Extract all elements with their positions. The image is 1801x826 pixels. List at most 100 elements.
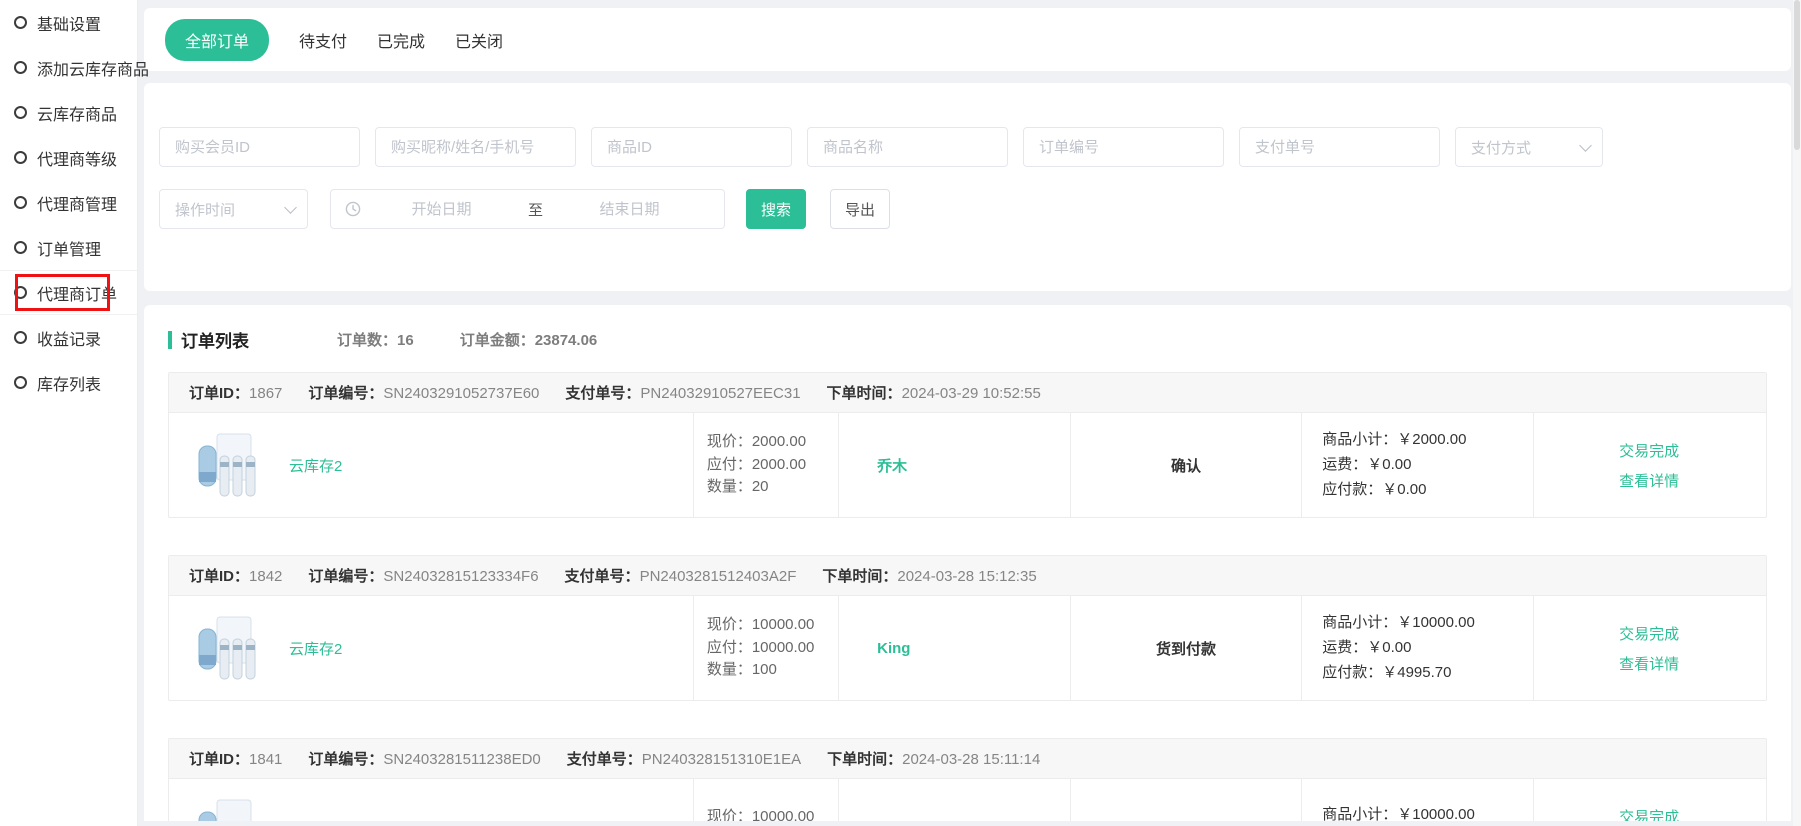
start-date-input[interactable]	[361, 201, 522, 218]
sidebar-item-label: 代理商订单	[37, 281, 117, 305]
pay-sn-label: 支付单号：	[565, 385, 640, 402]
sidebar-item-basic-settings[interactable]: 基础设置	[0, 0, 137, 45]
sidebar-item-agent-level[interactable]: 代理商等级	[0, 135, 137, 180]
product-name-link[interactable]: 云库存2	[289, 821, 342, 822]
order-head: 订单ID：1867 订单编号：SN2403291052737E60 支付单号：P…	[169, 373, 1766, 413]
actions-cell: 交易完成 查看详情	[1533, 413, 1765, 517]
order-time-value: 2024-03-28 15:11:14	[902, 751, 1040, 768]
buyer-nickname-input[interactable]	[375, 127, 576, 167]
order-list-header: 订单列表 订单数：16 订单金额：23874.06	[168, 327, 1767, 352]
product-image	[195, 798, 273, 821]
title-accent-bar	[168, 331, 172, 349]
order-type-cell: 货到付款	[1070, 596, 1302, 700]
order-sn-value: SN2403291052737E60	[383, 385, 539, 402]
sidebar: 基础设置 添加云库存商品 云库存商品 代理商等级 代理商管理 订单管理 代理商订…	[0, 0, 138, 826]
order-type: 后台	[1171, 821, 1201, 822]
radio-circle-icon	[14, 61, 27, 74]
order-time-label: 下单时间：	[822, 568, 897, 585]
sidebar-item-label: 云库存商品	[37, 101, 117, 125]
agent-orders-page: 基础设置 添加云库存商品 云库存商品 代理商等级 代理商管理 订单管理 代理商订…	[0, 0, 1801, 826]
buyer-member-id-input[interactable]	[159, 127, 360, 167]
tab-pending-payment[interactable]: 待支付	[299, 28, 347, 52]
tab-closed[interactable]: 已关闭	[455, 28, 503, 52]
order-time-value: 2024-03-29 10:52:55	[902, 385, 1041, 402]
filter-row-2: 操作时间 至 搜索 导出	[159, 189, 1791, 229]
filter-row-1: 支付方式	[159, 127, 1791, 167]
payable-price: 应付：10000.00	[707, 639, 838, 658]
product-cell: 云库存2	[169, 413, 693, 517]
pay-sn-label: 支付单号：	[565, 568, 640, 585]
subtotal: 商品小计：￥2000.00	[1322, 431, 1533, 449]
order-body: 云库存2 现价：10000.00 应付：10000.00 King 后台 商品	[169, 779, 1766, 821]
sidebar-item-agent-orders[interactable]: 代理商订单	[0, 270, 137, 315]
export-button[interactable]: 导出	[830, 189, 890, 229]
order-head: 订单ID：1841 订单编号：SN2403281511238ED0 支付单号：P…	[169, 739, 1766, 779]
sidebar-item-order-management[interactable]: 订单管理	[0, 225, 137, 270]
sidebar-item-agent-management[interactable]: 代理商管理	[0, 180, 137, 225]
tab-completed[interactable]: 已完成	[377, 28, 425, 52]
order-id-label: 订单ID：	[189, 385, 249, 402]
sidebar-item-stock-list[interactable]: 库存列表	[0, 360, 137, 405]
chevron-down-icon	[1579, 139, 1592, 152]
radio-circle-icon	[14, 196, 27, 209]
price-cell: 现价：10000.00 应付：10000.00	[693, 779, 838, 821]
trade-status: 交易完成	[1619, 440, 1679, 461]
sidebar-item-label: 收益记录	[37, 326, 101, 350]
order-type: 货到付款	[1156, 638, 1216, 659]
date-range-separator: 至	[522, 199, 549, 220]
product-image	[195, 615, 273, 681]
end-date-input[interactable]	[549, 201, 710, 218]
order-row: 订单ID：1841 订单编号：SN2403281511238ED0 支付单号：P…	[168, 738, 1767, 821]
product-cell: 云库存2	[169, 779, 693, 821]
order-time-value: 2024-03-28 15:12:35	[897, 568, 1036, 585]
payable-price: 应付：2000.00	[707, 456, 838, 475]
trade-status: 交易完成	[1619, 806, 1679, 822]
sidebar-item-label: 添加云库存商品	[37, 56, 149, 80]
view-details-link[interactable]: 查看详情	[1619, 653, 1679, 674]
chevron-down-icon	[284, 201, 297, 214]
order-head: 订单ID：1842 订单编号：SN24032815123334F6 支付单号：P…	[169, 556, 1766, 596]
quantity: 数量：20	[707, 478, 838, 497]
pay-sn-label: 支付单号：	[567, 751, 642, 768]
order-type-cell: 确认	[1070, 413, 1302, 517]
order-sn-label: 订单编号：	[308, 568, 383, 585]
sidebar-item-add-cloud-stock-product[interactable]: 添加云库存商品	[0, 45, 137, 90]
sidebar-item-label: 代理商管理	[37, 191, 117, 215]
tab-all-orders[interactable]: 全部订单	[165, 19, 269, 61]
pay-sn-value: PN240328151310E1EA	[642, 751, 801, 768]
page-scrollbar[interactable]	[1793, 0, 1801, 826]
product-name-link[interactable]: 云库存2	[289, 638, 342, 659]
scrollbar-thumb[interactable]	[1794, 0, 1800, 150]
operate-time-select[interactable]: 操作时间	[159, 189, 308, 229]
order-row: 订单ID：1867 订单编号：SN2403291052737E60 支付单号：P…	[168, 372, 1767, 518]
payment-method-select[interactable]: 支付方式	[1455, 127, 1603, 167]
product-image	[195, 432, 273, 498]
sidebar-item-cloud-stock-product[interactable]: 云库存商品	[0, 90, 137, 135]
radio-circle-icon	[14, 376, 27, 389]
view-details-link[interactable]: 查看详情	[1619, 470, 1679, 491]
search-button[interactable]: 搜索	[746, 189, 806, 229]
sidebar-item-earnings-record[interactable]: 收益记录	[0, 315, 137, 360]
order-body: 云库存2 现价：10000.00 应付：10000.00 数量：100 King…	[169, 596, 1766, 700]
order-type: 确认	[1171, 455, 1201, 476]
list-stats: 订单数：16 订单金额：23874.06	[337, 329, 597, 350]
sidebar-item-label: 库存列表	[37, 371, 101, 395]
clock-icon	[345, 201, 361, 217]
order-time-label: 下单时间：	[827, 385, 902, 402]
product-name-input[interactable]	[807, 127, 1008, 167]
radio-circle-icon	[14, 286, 27, 299]
amount-payable: 应付款：￥0.00	[1322, 481, 1533, 499]
order-sn-input[interactable]	[1023, 127, 1224, 167]
product-name-link[interactable]: 云库存2	[289, 455, 342, 476]
order-sn-value: SN2403281511238ED0	[383, 751, 540, 768]
order-id-label: 订单ID：	[189, 568, 249, 585]
buyer-cell: King	[838, 596, 1070, 700]
totals-cell: 商品小计：￥10000.00 运费：￥0.00 应付款：￥4995.70	[1301, 596, 1533, 700]
product-cell: 云库存2	[169, 596, 693, 700]
payment-sn-input[interactable]	[1239, 127, 1440, 167]
date-range-picker[interactable]: 至	[330, 189, 725, 229]
order-type-cell: 后台	[1070, 779, 1302, 821]
product-id-input[interactable]	[591, 127, 792, 167]
buyer-name: King	[877, 640, 910, 657]
sidebar-item-label: 订单管理	[37, 236, 101, 260]
